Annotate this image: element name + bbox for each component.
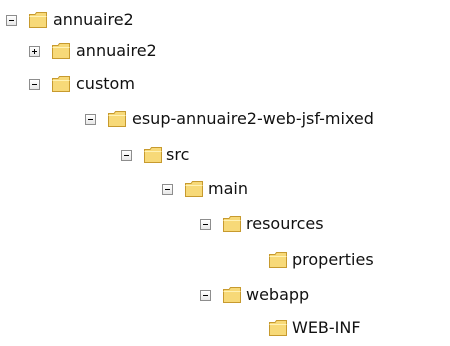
tree-node-resources[interactable]: resources [200, 212, 390, 242]
node-label: annuaire2 [53, 10, 134, 29]
collapse-toggle[interactable] [162, 184, 173, 195]
tree-node-properties[interactable]: properties [246, 248, 416, 278]
tree-node-src[interactable]: src [121, 143, 211, 173]
expand-toggle[interactable] [29, 46, 40, 57]
folder-icon [52, 43, 70, 59]
folder-icon [108, 111, 126, 127]
tree-node-custom[interactable]: custom [29, 72, 159, 102]
node-label: main [208, 179, 248, 198]
tree-node-esup-annuaire2-web-jsf-mixed[interactable]: esup-annuaire2-web-jsf-mixed [85, 107, 425, 137]
collapse-toggle[interactable] [200, 219, 211, 230]
collapse-toggle[interactable] [121, 150, 132, 161]
folder-icon [185, 181, 203, 197]
node-label: annuaire2 [76, 41, 157, 60]
folder-icon [144, 147, 162, 163]
collapse-toggle[interactable] [85, 114, 96, 125]
tree-node-webapp[interactable]: webapp [200, 283, 350, 313]
node-label: WEB-INF [292, 318, 361, 337]
folder-icon [223, 216, 241, 232]
folder-icon [29, 12, 47, 28]
collapse-toggle[interactable] [200, 290, 211, 301]
node-label: src [166, 145, 190, 164]
collapse-toggle[interactable] [6, 15, 17, 26]
collapse-toggle[interactable] [29, 79, 40, 90]
folder-tree: annuaire2 annuaire2 custom esup-annuaire… [0, 0, 450, 339]
node-label: custom [76, 74, 135, 93]
tree-node-annuaire2-child[interactable]: annuaire2 [29, 39, 174, 69]
folder-icon [269, 320, 287, 336]
tree-node-annuaire2-root[interactable]: annuaire2 [6, 8, 136, 38]
folder-icon [269, 252, 287, 268]
tree-node-main[interactable]: main [162, 177, 262, 207]
node-label: webapp [246, 285, 310, 304]
node-label: esup-annuaire2-web-jsf-mixed [132, 109, 374, 128]
folder-icon [52, 76, 70, 92]
node-label: resources [246, 214, 324, 233]
node-label: properties [292, 250, 374, 269]
folder-icon [223, 287, 241, 303]
tree-node-web-inf[interactable]: WEB-INF [246, 316, 416, 346]
